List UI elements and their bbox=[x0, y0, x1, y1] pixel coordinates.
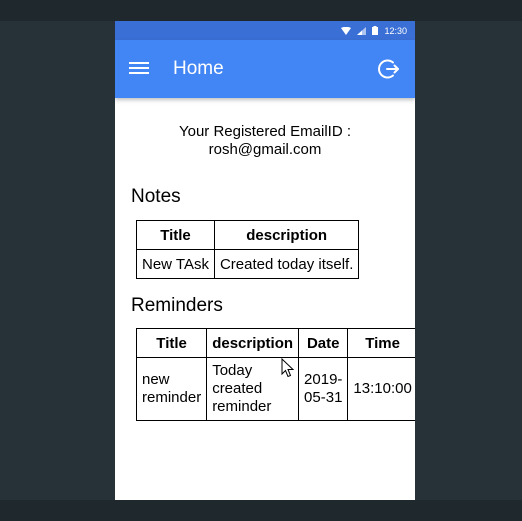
email-value: rosh@gmail.com bbox=[208, 141, 322, 158]
logout-icon[interactable] bbox=[377, 57, 401, 81]
reminders-header-date: Date bbox=[298, 328, 349, 358]
status-time: 12:30 bbox=[384, 25, 407, 36]
note-description-cell: Created today itself. bbox=[213, 249, 360, 279]
reminders-heading: Reminders bbox=[131, 295, 223, 316]
notes-heading: Notes bbox=[131, 186, 181, 207]
table-row[interactable]: new reminder Today created reminder 2019… bbox=[135, 357, 415, 421]
reminder-date-cell: 2019-05-31 bbox=[298, 357, 349, 421]
host-top-bar bbox=[0, 0, 522, 21]
note-title-cell: New TAsk bbox=[136, 249, 215, 279]
status-bar: 12:30 bbox=[115, 21, 415, 40]
battery-icon bbox=[372, 26, 379, 35]
phone-screen: 12:30 Home Your Registered EmailID : ros… bbox=[115, 21, 415, 500]
reminders-header-description: description bbox=[206, 328, 300, 358]
email-label: Your Registered EmailID : bbox=[178, 123, 352, 140]
email-info: Your Registered EmailID : rosh@gmail.com bbox=[115, 123, 415, 159]
reminders-table: Title description Date Time new reminder… bbox=[135, 328, 415, 421]
reminders-header-time: Time bbox=[347, 328, 415, 358]
reminder-time-cell: 13:10:00 bbox=[347, 357, 415, 421]
status-icons: 12:30 bbox=[341, 21, 407, 40]
reminders-header-row: Title description Date Time bbox=[135, 328, 415, 358]
hamburger-icon[interactable] bbox=[129, 59, 151, 79]
wifi-icon bbox=[341, 26, 352, 35]
notes-header-title: Title bbox=[136, 220, 215, 250]
table-row[interactable]: New TAsk Created today itself. bbox=[136, 249, 360, 279]
notes-header-description: description bbox=[213, 220, 360, 250]
host-bottom-bar bbox=[0, 500, 522, 521]
reminders-header-title: Title bbox=[135, 328, 208, 358]
app-bar: Home bbox=[115, 40, 415, 98]
mouse-cursor-icon bbox=[281, 358, 295, 378]
notes-table: Title description New TAsk Created today… bbox=[136, 220, 360, 279]
notes-header-row: Title description bbox=[136, 220, 360, 250]
app-title: Home bbox=[173, 58, 224, 79]
reminder-title-cell: new reminder bbox=[135, 357, 208, 421]
signal-icon bbox=[357, 26, 367, 35]
